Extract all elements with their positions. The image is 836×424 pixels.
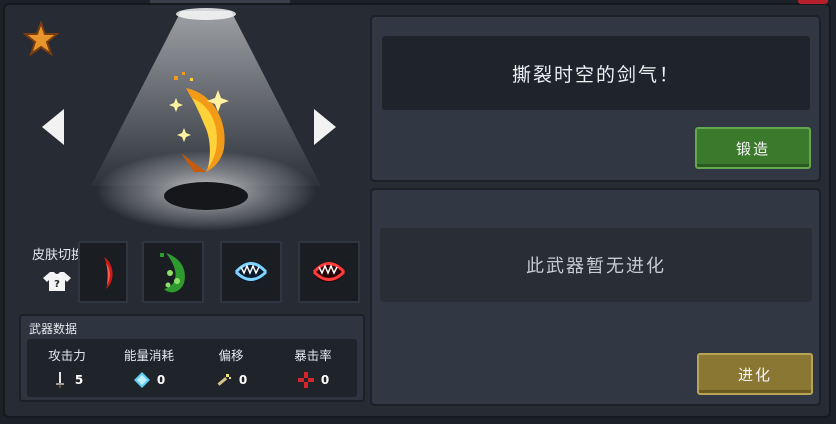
red-jaw-skin-icon [312,262,346,282]
skin-slot-red-fang[interactable] [78,241,128,303]
crit-cross-icon [297,372,314,388]
energy-gem-icon [133,372,150,388]
evolution-panel: 此武器暂无进化 进化 [370,188,821,406]
top-divider [150,0,290,3]
evolve-button[interactable]: 进化 [697,353,813,395]
offset-icon [217,374,231,386]
favorite-star-icon[interactable] [23,21,59,57]
weapon-info-panel: 撕裂时空的剑气！ 锻造 [370,15,821,182]
sword-qi-weapon-icon [169,72,229,172]
weapon-stats-panel: 武器数据 攻击力 5 能量消耗 0 偏移 0 暴击率 0 [19,314,365,402]
stat-value: 0 [238,373,248,387]
svg-text:?: ? [54,279,60,290]
forge-button[interactable]: 锻造 [695,127,811,169]
stat-offset: 偏移 0 [191,345,271,390]
stat-value: 0 [320,373,330,387]
red-fang-skin-icon [104,257,113,289]
stat-value: 5 [74,373,84,387]
stat-energy-cost: 能量消耗 0 [109,345,189,390]
stat-value: 0 [156,373,166,387]
skin-slot-green-slime[interactable] [142,241,204,303]
stat-label: 能量消耗 [123,348,174,363]
skin-slot-red-jaw[interactable] [298,241,360,303]
green-slime-skin-icon [160,253,185,293]
blue-jaw-skin-icon [234,262,268,282]
stats-title: 武器数据 [29,322,78,336]
stat-label: 暴击率 [294,348,332,363]
weapon-description: 撕裂时空的剑气！ [382,36,810,110]
close-tab-edge[interactable] [798,0,828,4]
stat-label: 偏移 [218,348,244,363]
weapon-showcase [6,6,368,238]
evolution-status: 此武器暂无进化 [380,228,812,302]
previous-skin-arrow-icon[interactable] [40,107,66,147]
stat-crit-rate: 暴击率 0 [273,345,353,390]
skin-slot-blue-jaw[interactable] [220,241,282,303]
stats-list: 攻击力 5 能量消耗 0 偏移 0 暴击率 0 [27,339,357,397]
shirt-skin-icon[interactable]: ? [42,270,72,292]
stat-attack: 攻击力 5 [27,345,107,390]
sword-icon [55,372,64,388]
next-skin-arrow-icon[interactable] [312,107,338,147]
stat-label: 攻击力 [48,348,86,363]
